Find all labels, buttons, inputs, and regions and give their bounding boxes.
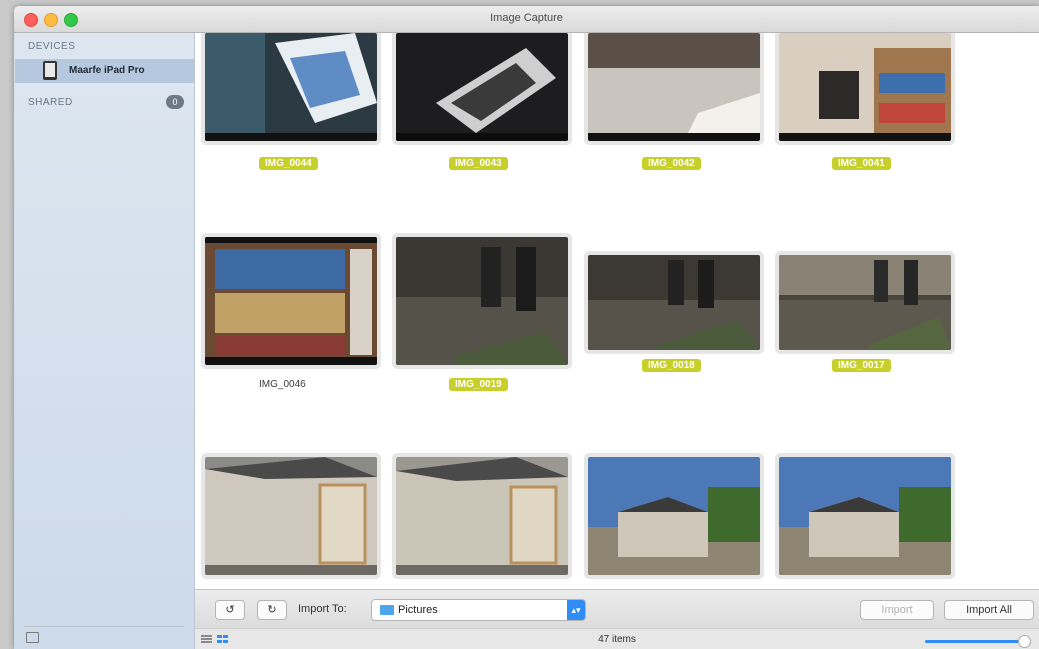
photo-name[interactable]: IMG_0043	[449, 157, 508, 170]
photo-thumbnail[interactable]	[396, 237, 568, 365]
photo-name[interactable]: IMG_0041	[832, 157, 891, 170]
import-button[interactable]: Import	[860, 600, 934, 620]
photo-name[interactable]: IMG_0042	[642, 157, 701, 170]
chevron-updown-icon: ▴▾	[567, 600, 585, 620]
photo-image	[396, 33, 568, 141]
photo-thumbnail[interactable]	[779, 255, 951, 350]
title-bar: Image Capture	[14, 6, 1039, 33]
shared-count-badge: 0	[166, 95, 184, 109]
bottom-toolbar: ↺ ↻ Import To: Pictures ▴▾ Import Import…	[195, 589, 1039, 628]
devices-header: DEVICES	[28, 41, 76, 52]
photo-name[interactable]: IMG_0018	[642, 359, 701, 372]
window-title: Image Capture	[490, 12, 563, 24]
photo-image	[396, 457, 568, 575]
image-capture-window: Image Capture DEVICES Maarfe iPad Pro SH…	[14, 6, 1039, 649]
status-bar: 47 items	[195, 628, 1039, 649]
photo-thumbnail[interactable]	[396, 33, 568, 141]
photo-thumbnail[interactable]	[205, 33, 377, 141]
ipad-icon	[43, 61, 57, 80]
shared-header: SHARED	[28, 97, 73, 108]
sidebar: DEVICES Maarfe iPad Pro SHARED 0	[14, 33, 195, 649]
photo-thumbnail[interactable]	[205, 457, 377, 575]
destination-popup[interactable]: Pictures ▴▾	[371, 599, 586, 621]
rotate-left-button[interactable]: ↺	[215, 600, 245, 620]
photo-grid: IMG_0044 IMG_0043 IMG_0042 IMG_0041 IMG_…	[195, 33, 1039, 649]
photo-image	[588, 33, 760, 141]
sidebar-divider	[24, 626, 184, 627]
photo-thumbnail[interactable]	[779, 33, 951, 141]
destination-value: Pictures	[398, 604, 438, 616]
import-all-button[interactable]: Import All	[944, 600, 1034, 620]
photo-thumbnail[interactable]	[588, 457, 760, 575]
photo-name[interactable]: IMG_0019	[449, 378, 508, 391]
photo-image	[779, 457, 951, 575]
photo-thumbnail[interactable]	[779, 457, 951, 575]
photo-image	[588, 457, 760, 575]
folder-icon	[380, 605, 394, 615]
sidebar-item-device[interactable]: Maarfe iPad Pro	[15, 59, 194, 83]
photo-image	[205, 33, 377, 141]
photo-thumbnail[interactable]	[205, 237, 377, 365]
photo-image	[205, 457, 377, 575]
photo-image	[779, 33, 951, 141]
photo-thumbnail[interactable]	[588, 33, 760, 141]
photo-image	[779, 255, 951, 350]
device-name: Maarfe iPad Pro	[69, 65, 145, 76]
sidebar-toggle-icon[interactable]	[26, 632, 39, 643]
slider-knob[interactable]	[1018, 635, 1031, 648]
photo-name[interactable]: IMG_0044	[259, 157, 318, 170]
thumbnail-size-slider[interactable]	[925, 640, 1025, 643]
photo-image	[588, 255, 760, 350]
photo-thumbnail[interactable]	[396, 457, 568, 575]
rotate-right-button[interactable]: ↻	[257, 600, 287, 620]
item-count: 47 items	[598, 634, 636, 645]
photo-name[interactable]: IMG_0017	[832, 359, 891, 372]
photo-name[interactable]: IMG_0046	[253, 378, 312, 391]
photo-image	[396, 237, 568, 365]
photo-thumbnail[interactable]	[588, 255, 760, 350]
photo-image	[205, 237, 377, 365]
import-to-label: Import To:	[298, 603, 347, 615]
